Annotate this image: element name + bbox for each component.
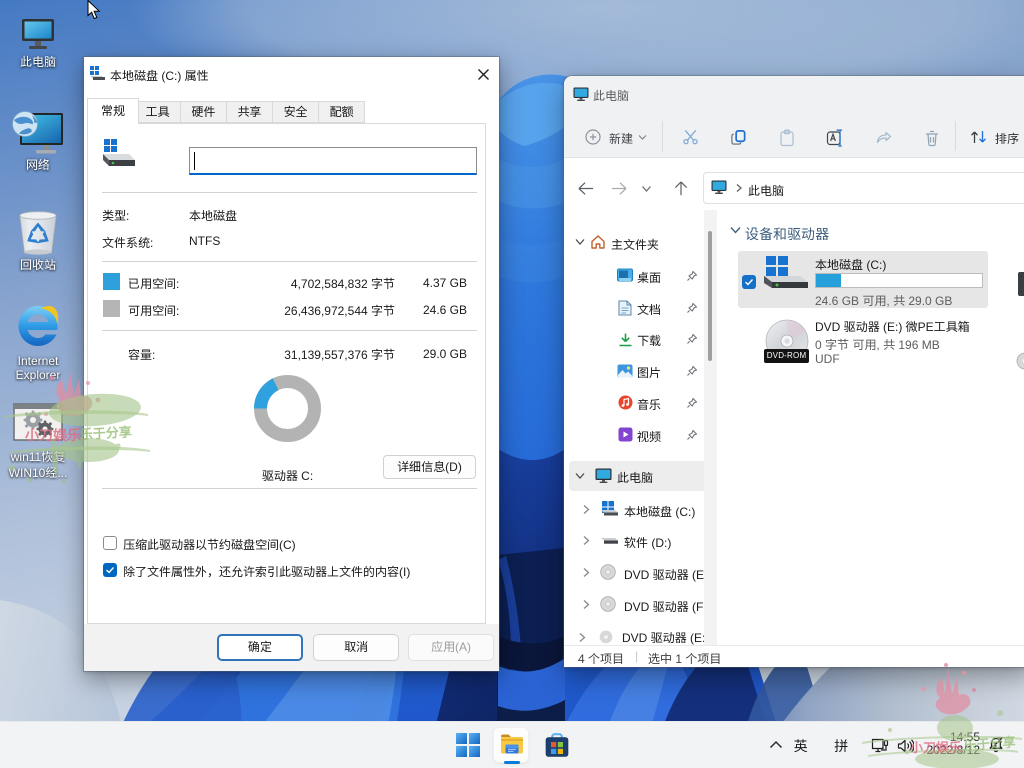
svg-text:乐于分享: 乐于分享 bbox=[78, 421, 132, 443]
svg-text:小刀娱乐: 小刀娱乐 bbox=[25, 425, 81, 445]
svg-text:乐于分享: 乐于分享 bbox=[962, 731, 1016, 754]
svg-text:小刀娱乐: 小刀娱乐 bbox=[909, 737, 962, 756]
